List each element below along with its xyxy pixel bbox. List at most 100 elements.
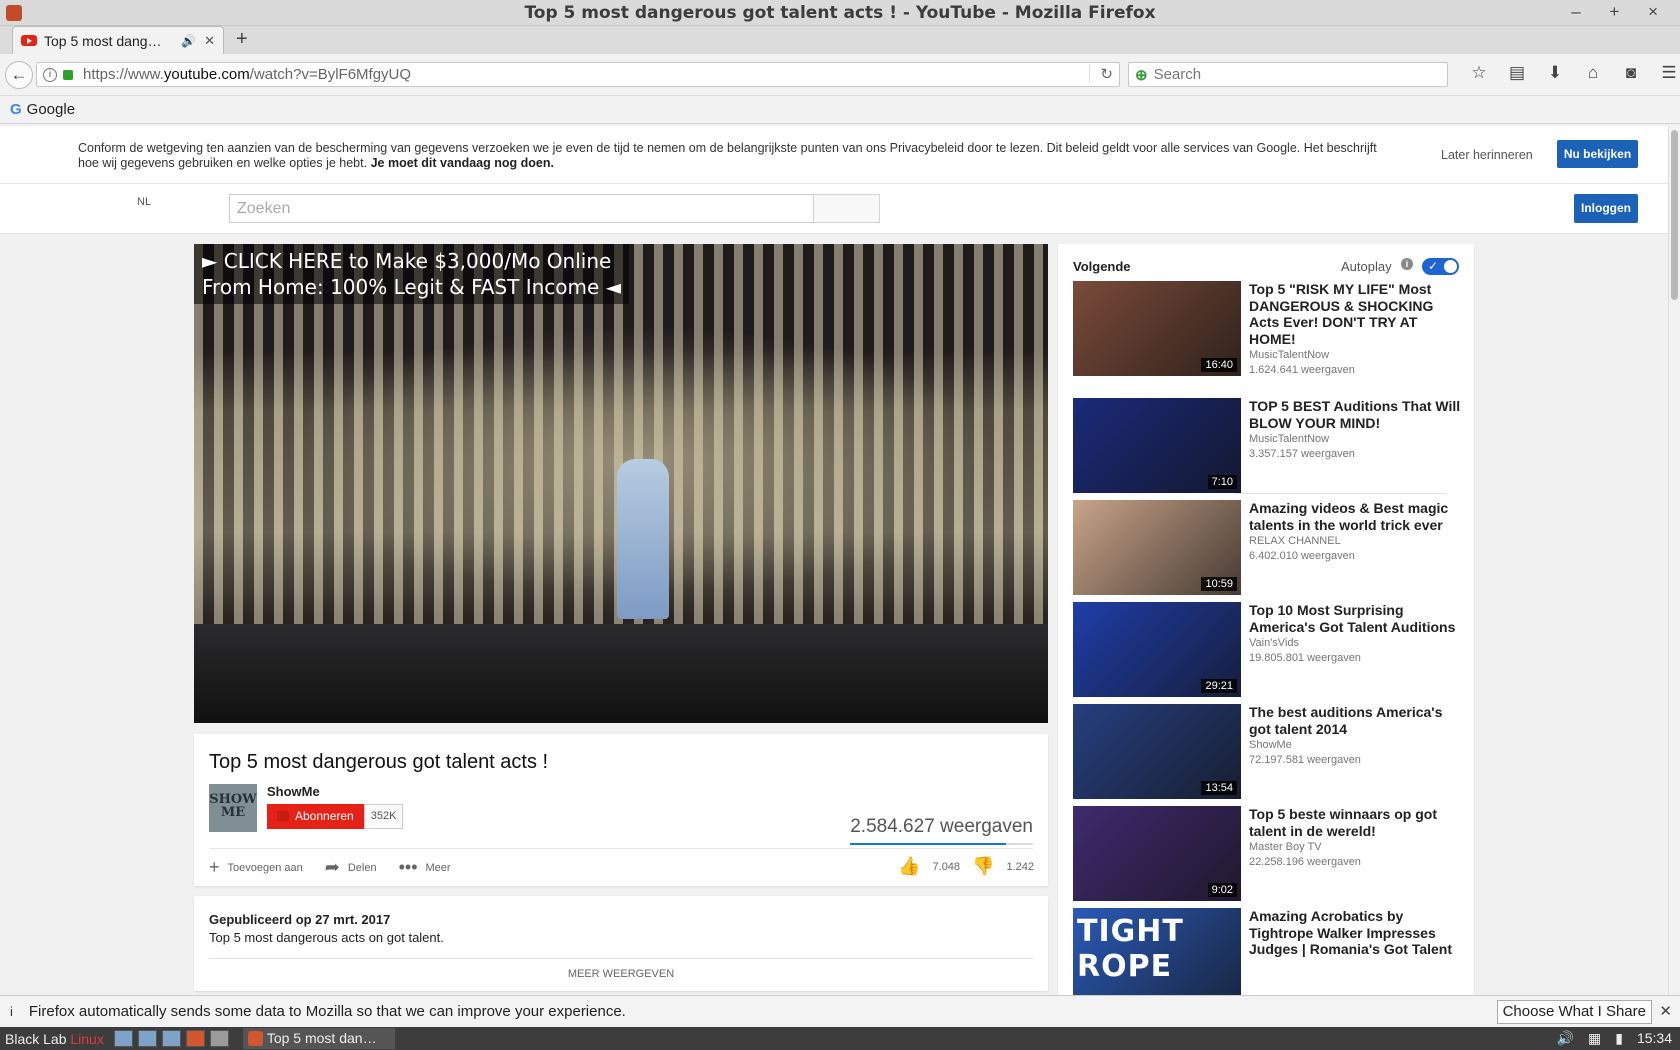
recommended-title[interactable]: Top 5 "RISK MY LIFE" Most DANGEROUS & SH… — [1249, 281, 1463, 347]
video-stage-floor — [194, 624, 1048, 723]
up-next-label: Volgende — [1073, 259, 1131, 274]
browser-search-box[interactable]: ⊕ Search — [1128, 62, 1448, 87]
recommended-video[interactable]: 7:10 TOP 5 BEST Auditions That Will BLOW … — [1073, 398, 1463, 493]
start-label: Black Lab — [5, 1030, 71, 1047]
recommended-video[interactable]: 9:02 Top 5 beste winnaars op got talent i… — [1073, 806, 1463, 901]
video-thumbnail[interactable]: 16:40 — [1073, 281, 1241, 376]
video-duration: 7:10 — [1207, 475, 1237, 489]
info-icon[interactable]: i — [43, 67, 57, 82]
share-button[interactable]: ➦ Delen — [325, 857, 377, 878]
video-thumbnail[interactable]: 10:59 — [1073, 500, 1241, 595]
view-now-button[interactable]: Nu bekijken — [1557, 140, 1638, 168]
recommended-title[interactable]: Top 10 Most Surprising America's Got Tal… — [1249, 602, 1463, 635]
login-button[interactable]: Inloggen — [1574, 194, 1638, 223]
quick-launch — [113, 1030, 229, 1047]
recommended-video[interactable]: TIGHT ROPE Amazing Acrobatics by Tightrop… — [1073, 908, 1463, 995]
back-button[interactable]: ← — [5, 60, 33, 89]
close-tab-icon[interactable]: ✕ — [204, 33, 215, 49]
thumbs-up-icon[interactable]: 👍 — [898, 856, 920, 877]
notification-text: Firefox automatically sends some data to… — [28, 1003, 626, 1020]
recommended-title[interactable]: TOP 5 BEST Auditions That Will BLOW YOUR… — [1249, 398, 1463, 431]
thumbs-down-icon[interactable]: 👎 — [972, 856, 994, 877]
bookmark-star-icon[interactable]: ☆ — [1460, 63, 1498, 83]
autoplay-label: Autoplay — [1341, 259, 1392, 274]
youtube-search-input[interactable]: Zoeken — [229, 194, 814, 223]
recommended-views: 3.357.157 weergaven — [1249, 448, 1355, 460]
recommended-views: 6.402.010 weergaven — [1249, 550, 1355, 562]
system-settings-icon[interactable] — [137, 1030, 157, 1047]
description-divider — [209, 958, 1033, 959]
downloads-icon[interactable]: ⬇ — [1536, 63, 1574, 83]
url-prefix: https://www. — [83, 66, 164, 83]
more-button[interactable]: ••• Meer — [399, 857, 451, 878]
desktop-icon[interactable] — [209, 1030, 229, 1047]
description-text: Top 5 most dangerous acts on got talent. — [209, 930, 444, 945]
tab-youtube[interactable]: Top 5 most dang… 🔊 ✕ — [12, 26, 224, 54]
add-to-button[interactable]: + Toevoegen aan — [209, 857, 303, 878]
clipboard-icon[interactable]: ▦ — [1588, 1027, 1601, 1050]
subscriber-count: 352K — [363, 804, 404, 829]
home-icon[interactable]: ⌂ — [1574, 63, 1612, 83]
recommended-title[interactable]: Amazing videos & Best magic talents in t… — [1249, 500, 1463, 533]
recommended-video[interactable]: 29:21 Top 10 Most Surprising America's Go… — [1073, 602, 1463, 697]
thumbnail-text: TIGHT ROPE — [1077, 914, 1184, 984]
recommended-title[interactable]: Top 5 beste winnaars op got talent in de… — [1249, 806, 1463, 839]
recommended-views: 1.624.641 weergaven — [1249, 364, 1355, 376]
reading-list-icon[interactable]: ▤ — [1498, 63, 1536, 83]
recommended-views: 19.805.801 weergaven — [1249, 652, 1361, 664]
telemetry-notification-bar: i Firefox automatically sends some data … — [0, 995, 1680, 1027]
remind-later-button[interactable]: Later herinneren — [1441, 148, 1533, 162]
close-notification-icon[interactable]: ✕ — [1659, 1002, 1672, 1020]
autoplay-toggle[interactable]: ✓ — [1422, 258, 1459, 275]
recommended-title[interactable]: Amazing Acrobatics by Tightrope Walker I… — [1249, 908, 1463, 958]
taskbar-firefox-window[interactable]: Top 5 most dan… — [242, 1028, 395, 1049]
network-icon[interactable]: ▮ — [1615, 1027, 1623, 1050]
scrollbar-thumb[interactable] — [1671, 130, 1678, 300]
video-thumbnail[interactable]: 13:54 — [1073, 704, 1241, 799]
video-player[interactable]: ► CLICK HERE to Make $3,000/Mo Online Fr… — [194, 244, 1048, 723]
dislike-count: 1.242 — [1006, 860, 1034, 873]
like-count: 7.048 — [932, 860, 961, 873]
channel-name[interactable]: ShowMe — [267, 784, 320, 799]
recommended-video[interactable]: 10:59 Amazing videos & Best magic talents… — [1073, 500, 1463, 595]
toolbar-icons: ☆ ▤ ⬇ ⌂ ◙ ☰ — [1460, 63, 1680, 83]
speaker-icon[interactable]: 🔊 — [181, 34, 196, 48]
menu-icon[interactable]: ☰ — [1650, 63, 1680, 83]
firefox-launcher-icon[interactable] — [185, 1030, 205, 1047]
navigation-toolbar: ← i https://www. youtube.com/watch?v=BylF… — [0, 54, 1680, 96]
recommended-views: 22.258.196 weergaven — [1249, 856, 1361, 868]
volume-icon[interactable]: 🔊 — [1557, 1027, 1574, 1050]
autoplay-info-icon[interactable]: i — [1401, 258, 1413, 270]
channel-avatar[interactable]: SHOW ME — [209, 784, 257, 832]
add-to-label: Toevoegen aan — [227, 861, 303, 874]
video-thumbnail[interactable]: 9:02 — [1073, 806, 1241, 901]
reload-icon[interactable]: ↻ — [1089, 65, 1113, 83]
window-controls[interactable]: – + × — [1571, 2, 1670, 22]
choose-what-i-share-button[interactable]: Choose What I Share — [1496, 1000, 1652, 1024]
file-manager-icon[interactable] — [113, 1030, 133, 1047]
ad-line-2: From Home: 100% Legit & FAST Income ◄ — [202, 275, 622, 299]
pocket-icon[interactable]: ◙ — [1612, 63, 1650, 83]
video-thumbnail[interactable]: TIGHT ROPE — [1073, 908, 1241, 995]
language-label[interactable]: NL — [137, 196, 151, 208]
video-thumbnail[interactable]: 7:10 — [1073, 398, 1241, 493]
show-more-button[interactable]: MEER WEERGEVEN — [194, 968, 1048, 980]
start-menu-button[interactable]: Black Lab Linux — [5, 1031, 104, 1047]
page-scrollbar[interactable] — [1668, 126, 1680, 995]
consent-text: Conform de wetgeving ten aanzien van de … — [78, 141, 1377, 170]
recommended-title[interactable]: The best auditions America's got talent … — [1249, 704, 1463, 737]
youtube-search-button[interactable] — [813, 194, 880, 223]
url-bar[interactable]: i https://www. youtube.com/watch?v=BylF6M… — [36, 62, 1120, 87]
terminal-icon[interactable] — [161, 1030, 181, 1047]
ad-overlay[interactable]: ► CLICK HERE to Make $3,000/Mo Online Fr… — [194, 244, 630, 304]
window-title: Top 5 most dangerous got talent acts ! -… — [524, 3, 1156, 23]
recommended-video[interactable]: 16:40 Top 5 "RISK MY LIFE" Most DANGEROUS… — [1073, 281, 1463, 376]
url-path: /watch?v=BylF6MfgyUQ — [249, 66, 412, 83]
video-performer — [617, 459, 669, 619]
recommended-video[interactable]: 13:54 The best auditions America's got ta… — [1073, 704, 1463, 799]
subscribe-button[interactable]: Abonneren — [267, 804, 364, 829]
new-tab-button[interactable]: + — [236, 28, 248, 51]
bookmark-google[interactable]: Google — [27, 101, 75, 118]
search-engine-icon[interactable]: ⊕ — [1135, 66, 1148, 84]
video-thumbnail[interactable]: 29:21 — [1073, 602, 1241, 697]
